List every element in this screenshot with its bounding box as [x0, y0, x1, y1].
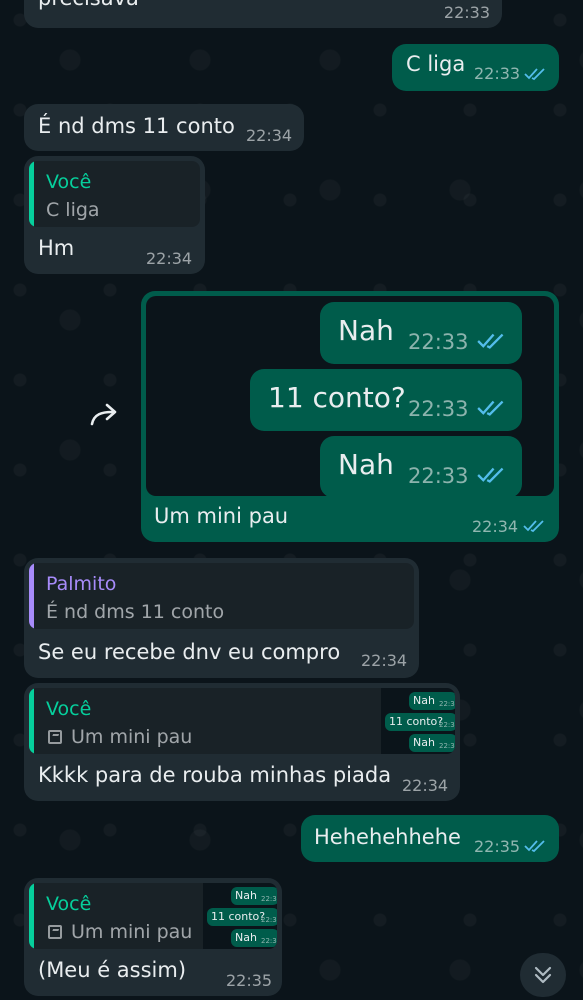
message-incoming-reply[interactable]: Você Um mini pau Nah22:33 11 conto?22:33… [24, 878, 282, 996]
message-incoming-reply[interactable]: Você Um mini pau Nah22:33 11 conto?22:33… [24, 683, 460, 801]
image-bubble-time: 22:33 [408, 397, 469, 421]
message-time: 22:33 [443, 3, 490, 22]
quote-text: É nd dms 11 conto [46, 601, 225, 623]
thumb-bubble: Nah22:33 [409, 692, 455, 710]
quote-text: C liga [46, 199, 100, 221]
message-text: Hehehehhehe [314, 825, 461, 849]
message-text: Hm [38, 236, 75, 260]
quote-thumbnail: Nah22:33 11 conto?22:33 Nah22:33 [381, 688, 455, 754]
thumb-bubble: 11 conto?22:33 [385, 713, 455, 731]
read-receipt-icon [477, 400, 504, 416]
scroll-to-bottom-button[interactable] [520, 953, 566, 997]
quoted-message[interactable]: Você Um mini pau Nah22:33 11 conto?22:33… [29, 688, 455, 754]
read-receipt-icon [477, 333, 504, 349]
quote-bar [29, 161, 34, 227]
message-text: (Meu é assim) [38, 958, 187, 982]
thumb-bubble: Nah22:33 [231, 887, 277, 905]
message-time: 22:34 [246, 126, 293, 145]
quote-author: Você [46, 171, 92, 193]
quote-text: Um mini pau [71, 726, 193, 748]
message-text: C liga [406, 52, 466, 76]
image-bubble-text: Nah [338, 314, 394, 347]
message-incoming[interactable]: É nd dms 11 conto 22:34 [24, 104, 304, 151]
read-receipt-icon [523, 520, 544, 533]
screenshot-image[interactable]: Nah 22:33 11 conto? 22:33 Nah 22:33 [146, 296, 554, 496]
message-text: precisava [38, 0, 139, 10]
message-time: 22:35 [474, 837, 521, 856]
quote-author: Você [46, 698, 92, 720]
double-chevron-down-icon [534, 966, 552, 984]
image-icon [48, 925, 62, 939]
image-bubble-time: 22:33 [408, 464, 469, 488]
message-outgoing[interactable]: C liga 22:33 [392, 44, 559, 91]
message-outgoing[interactable]: Hehehehhehe 22:35 [301, 815, 559, 862]
image-icon [48, 730, 62, 744]
image-bubble-text: 11 conto? [268, 381, 406, 414]
message-time: 22:34 [472, 517, 519, 536]
message-outgoing-image[interactable]: Nah 22:33 11 conto? 22:33 Nah 22:33 Um m… [141, 291, 559, 542]
message-incoming[interactable]: precisava 22:33 [24, 0, 502, 28]
image-bubble-text: Nah [338, 448, 394, 481]
image-caption: Um mini pau [154, 504, 289, 528]
quoted-message[interactable]: Você Um mini pau Nah22:33 11 conto?22:33… [29, 883, 277, 949]
quote-bar [29, 883, 34, 949]
image-bubble: Nah 22:33 [320, 302, 522, 364]
message-time: 22:33 [474, 64, 521, 83]
quote-bar [29, 563, 34, 629]
quoted-message[interactable]: Palmito É nd dms 11 conto [29, 563, 414, 629]
quoted-message[interactable]: Você C liga [29, 161, 200, 227]
thumb-bubble: 11 conto?22:33 [207, 908, 277, 926]
message-incoming-reply[interactable]: Palmito É nd dms 11 conto Se eu recebe d… [24, 558, 419, 678]
message-text: É nd dms 11 conto [38, 114, 235, 138]
message-time: 22:34 [361, 651, 408, 670]
image-bubble-time: 22:33 [408, 330, 469, 354]
read-receipt-icon [524, 68, 545, 81]
thumb-bubble: Nah22:33 [409, 734, 455, 752]
forward-arrow-icon[interactable] [88, 402, 122, 428]
thumb-bubble: Nah22:33 [231, 929, 277, 947]
message-time: 22:34 [402, 776, 449, 795]
read-receipt-icon [477, 467, 504, 483]
message-incoming-reply[interactable]: Você C liga Hm 22:34 [24, 156, 205, 274]
image-bubble: 11 conto? 22:33 [250, 369, 522, 431]
message-text: Kkkk para de rouba minhas piada [38, 763, 392, 787]
message-time: 22:35 [226, 971, 273, 990]
quote-text: Um mini pau [71, 921, 193, 943]
image-bubble: Nah 22:33 [320, 436, 522, 496]
quote-author: Você [46, 893, 92, 915]
quote-bar [29, 688, 34, 754]
message-text: Se eu recebe dnv eu compro [38, 640, 341, 664]
message-time: 22:34 [146, 249, 193, 268]
quote-thumbnail: Nah22:33 11 conto?22:33 Nah22:33 [203, 883, 277, 949]
quote-author: Palmito [46, 573, 117, 595]
read-receipt-icon [524, 840, 545, 853]
